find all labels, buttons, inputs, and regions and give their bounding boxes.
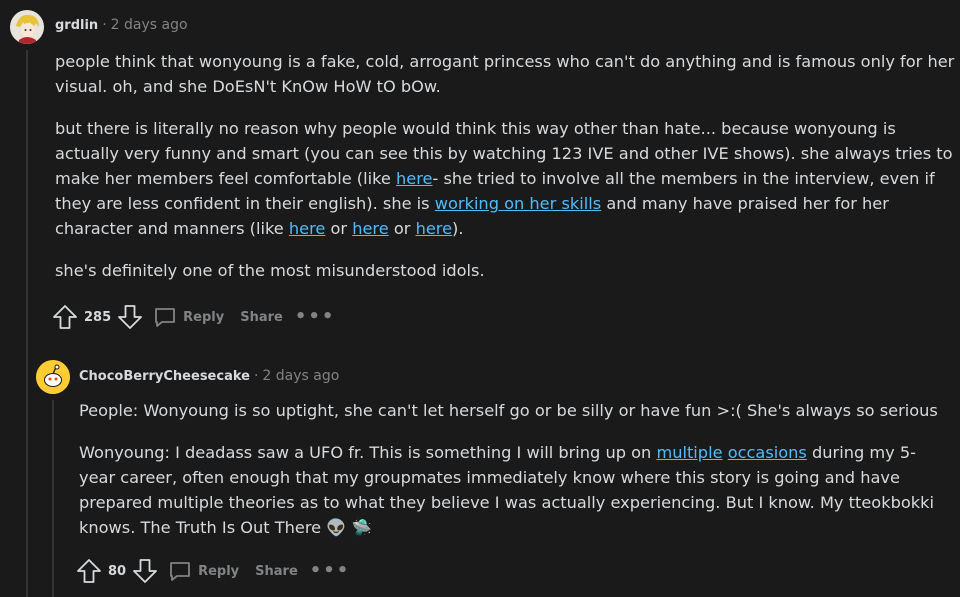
- comment-meta: ChocoBerryCheesecake · 2 days ago: [79, 368, 339, 384]
- comment-text: People: Wonyoung is so uptight, she can'…: [79, 401, 938, 420]
- inline-link[interactable]: occasions: [728, 443, 807, 462]
- inline-link[interactable]: here: [289, 219, 325, 238]
- inline-link[interactable]: working on her skills: [435, 194, 601, 213]
- comment-text: Wonyoung: I deadass saw a UFO fr. This i…: [79, 443, 657, 462]
- downvote-arrow-icon[interactable]: [132, 558, 158, 584]
- upvote-arrow-icon[interactable]: [52, 304, 78, 330]
- username[interactable]: ChocoBerryCheesecake: [79, 369, 250, 384]
- share-label: Share: [255, 563, 298, 579]
- more-options-icon[interactable]: •••: [295, 308, 336, 326]
- share-button[interactable]: Share: [255, 564, 298, 579]
- comment-body: People: Wonyoung is so uptight, she can'…: [79, 398, 949, 557]
- timestamp[interactable]: 2 days ago: [262, 368, 339, 384]
- snoo-avatar-icon: [36, 360, 70, 394]
- comment-paragraph: she's definitely one of the most misunde…: [55, 258, 955, 283]
- avatar-chocoberrycheesecake[interactable]: [36, 360, 70, 394]
- reply-button[interactable]: Reply: [168, 559, 239, 583]
- comment-paragraph: People: Wonyoung is so uptight, she can'…: [79, 398, 949, 423]
- speech-bubble-icon: [153, 305, 177, 329]
- inline-link[interactable]: here: [396, 169, 432, 188]
- inline-link[interactable]: multiple: [656, 443, 722, 462]
- thread-line-reply[interactable]: [52, 400, 54, 597]
- username[interactable]: grdlin: [55, 18, 98, 33]
- speech-bubble-icon: [168, 559, 192, 583]
- comment-text: ).: [452, 219, 464, 238]
- anime-avatar-icon: [10, 10, 44, 44]
- comment-text: or: [388, 219, 416, 238]
- comment-actions: 80 Reply Share •••: [76, 557, 350, 585]
- separator: ·: [102, 17, 107, 33]
- reply-label: Reply: [198, 563, 240, 579]
- share-label: Share: [240, 309, 283, 325]
- comment-text: or: [325, 219, 353, 238]
- comment-text: she's definitely one of the most misunde…: [55, 261, 485, 280]
- timestamp[interactable]: 2 days ago: [111, 17, 188, 33]
- inline-link[interactable]: here: [352, 219, 388, 238]
- more-options-icon[interactable]: •••: [310, 562, 351, 580]
- thread-line-main[interactable]: [26, 50, 28, 597]
- separator: ·: [253, 368, 259, 384]
- upvote-arrow-icon[interactable]: [76, 558, 102, 584]
- avatar-grdlin[interactable]: [10, 10, 44, 44]
- comment-paragraph: Wonyoung: I deadass saw a UFO fr. This i…: [79, 440, 949, 540]
- vote-score: 80: [108, 563, 127, 579]
- downvote-arrow-icon[interactable]: [117, 304, 143, 330]
- comment-meta: grdlin · 2 days ago: [55, 17, 188, 33]
- inline-link[interactable]: here: [416, 219, 452, 238]
- reply-label: Reply: [183, 309, 225, 325]
- comment-paragraph: but there is literally no reason why peo…: [55, 116, 955, 241]
- comment-paragraph: people think that wonyoung is a fake, co…: [55, 49, 955, 99]
- reply-button[interactable]: Reply: [153, 305, 224, 329]
- comment-body: people think that wonyoung is a fake, co…: [55, 49, 955, 300]
- vote-score: 285: [84, 309, 112, 325]
- comment-actions: 285 Reply Share •••: [52, 303, 335, 331]
- share-button[interactable]: Share: [240, 310, 283, 325]
- comment-text: people think that wonyoung is a fake, co…: [55, 52, 955, 96]
